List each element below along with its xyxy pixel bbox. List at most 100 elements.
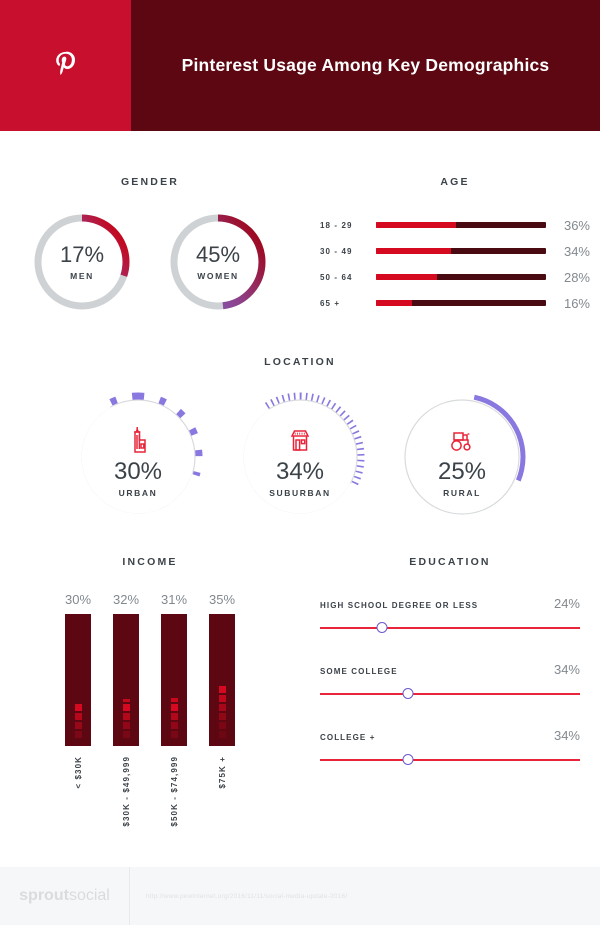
education-slider-track xyxy=(320,759,580,761)
age-row-track xyxy=(376,274,546,280)
income-bar-square xyxy=(122,731,130,738)
city-building-icon xyxy=(121,417,155,457)
age-section: AGE 18 - 29 36% 30 - 49 34% 50 - 64 28% … xyxy=(320,176,590,316)
sprout-social-logo: sprout social xyxy=(0,867,130,925)
education-slider[interactable] xyxy=(320,752,580,768)
income-bar-square xyxy=(122,713,130,720)
pinterest-icon xyxy=(55,51,75,75)
age-row-fill xyxy=(376,274,438,280)
income-bar-value: 32% xyxy=(112,592,140,607)
income-section: INCOME 30% < $30K 32% $30K - $49,999 31%… xyxy=(20,556,280,827)
location-rural-value: 25% xyxy=(437,457,487,485)
income-bar-value: 35% xyxy=(208,592,236,607)
income-bar-square xyxy=(170,704,178,711)
income-section-title: INCOME xyxy=(122,556,178,568)
income-bar-item: 32% $30K - $49,999 xyxy=(111,592,141,827)
income-bar xyxy=(161,614,187,746)
education-row-value: 34% xyxy=(553,728,580,743)
location-circle-urban: 30% URBAN xyxy=(73,392,203,522)
location-suburban-label: SUBURBAN xyxy=(269,487,331,498)
gender-donut-women-label: 45% WOMEN xyxy=(166,210,270,314)
education-slider-knob[interactable] xyxy=(402,688,414,699)
page-title: Pinterest Usage Among Key Demographics xyxy=(181,55,550,75)
gender-donut-women: 45% WOMEN xyxy=(166,210,270,314)
income-bar-label: $75K + xyxy=(217,756,227,789)
education-slider-knob[interactable] xyxy=(376,622,388,633)
header-title-bar: Pinterest Usage Among Key Demographics xyxy=(131,0,600,131)
education-row-key: HIGH SCHOOL DEGREE OR LESS xyxy=(320,601,479,610)
location-suburban-content: 34% SUBURBAN xyxy=(235,392,365,522)
age-row-value: 36% xyxy=(563,217,590,233)
age-section-title: AGE xyxy=(440,176,470,188)
age-row: 50 - 64 28% xyxy=(320,264,590,290)
income-bar-square xyxy=(218,704,226,711)
income-bar-square xyxy=(122,699,130,702)
age-row-fill xyxy=(376,222,456,228)
education-row-key: COLLEGE + xyxy=(320,733,376,742)
education-slider-list: HIGH SCHOOL DEGREE OR LESS 24% SOME COLL… xyxy=(320,596,580,768)
education-row: HIGH SCHOOL DEGREE OR LESS 24% xyxy=(320,596,580,636)
storefront-icon xyxy=(283,417,317,457)
income-bar-square xyxy=(170,713,178,720)
sprout-social-logo-light: social xyxy=(68,887,110,904)
income-bar-square xyxy=(122,722,130,729)
header: Pinterest Usage Among Key Demographics xyxy=(0,0,600,131)
tractor-icon xyxy=(444,417,480,457)
location-suburban-value: 34% xyxy=(275,457,325,485)
age-row: 30 - 49 34% xyxy=(320,238,590,264)
income-bar-square xyxy=(74,704,82,711)
income-bar-item: 35% $75K + xyxy=(207,592,237,827)
age-row: 65 + 16% xyxy=(320,290,590,316)
education-row-header: COLLEGE + 34% xyxy=(320,728,580,743)
education-slider[interactable] xyxy=(320,620,580,636)
income-bar-square xyxy=(218,695,226,702)
pinterest-logo-tile xyxy=(0,0,131,131)
source-url: http://www.pewinternet.org/2016/11/11/so… xyxy=(146,892,348,900)
age-row-key: 50 - 64 xyxy=(320,272,353,282)
income-bar-label: $30K - $49,999 xyxy=(121,756,131,827)
age-row-track xyxy=(376,300,546,306)
income-bar-square xyxy=(74,722,82,729)
education-row-value: 24% xyxy=(553,596,580,611)
location-circle-group: 30% URBAN 34% SUBURBAN 25% RURAL xyxy=(0,392,600,522)
gender-donut-men-label: 17% MEN xyxy=(30,210,134,314)
education-row-header: SOME COLLEGE 34% xyxy=(320,662,580,677)
age-row: 18 - 29 36% xyxy=(320,212,590,238)
income-bar-square xyxy=(170,731,178,738)
age-row-value: 16% xyxy=(563,295,590,311)
income-bar-square xyxy=(74,713,82,720)
location-section: LOCATION 30% URBAN 34% SUBURBAN 25% RURA… xyxy=(0,356,600,522)
income-bar xyxy=(113,614,139,746)
education-section-title: EDUCATION xyxy=(409,556,491,568)
location-urban-value: 30% xyxy=(113,457,163,485)
education-row: SOME COLLEGE 34% xyxy=(320,662,580,702)
income-bar-square xyxy=(218,686,226,693)
education-row-value: 34% xyxy=(553,662,580,677)
age-row-key: 30 - 49 xyxy=(320,246,353,256)
income-bar xyxy=(65,614,91,746)
income-bar-square xyxy=(170,722,178,729)
age-row-track xyxy=(376,248,546,254)
location-rural-label: RURAL xyxy=(443,487,481,498)
location-rural-content: 25% RURAL xyxy=(397,392,527,522)
income-bar-label: $50K - $74,999 xyxy=(169,756,179,827)
income-bar-chart: 30% < $30K 32% $30K - $49,999 31% $50K -… xyxy=(20,592,280,827)
education-slider[interactable] xyxy=(320,686,580,702)
education-row-header: HIGH SCHOOL DEGREE OR LESS 24% xyxy=(320,596,580,611)
age-row-key: 18 - 29 xyxy=(320,220,353,230)
age-row-fill xyxy=(376,248,451,254)
age-row-track xyxy=(376,222,546,228)
income-bar-square xyxy=(218,722,226,729)
gender-donut-group: 17% MEN 45% WOMEN xyxy=(10,210,290,314)
location-section-title: LOCATION xyxy=(264,356,336,368)
gender-section: GENDER 17% MEN 45% WOMEN xyxy=(10,176,290,314)
gender-men-name: MEN xyxy=(70,270,94,281)
income-bar-value: 31% xyxy=(160,592,188,607)
education-section: EDUCATION HIGH SCHOOL DEGREE OR LESS 24%… xyxy=(320,556,580,794)
income-bar xyxy=(209,614,235,746)
gender-donut-men: 17% MEN xyxy=(30,210,134,314)
footer: sprout social http://www.pewinternet.org/… xyxy=(0,867,600,925)
education-slider-knob[interactable] xyxy=(402,754,414,765)
income-bar-item: 31% $50K - $74,999 xyxy=(159,592,189,827)
age-row-value: 28% xyxy=(563,269,590,285)
